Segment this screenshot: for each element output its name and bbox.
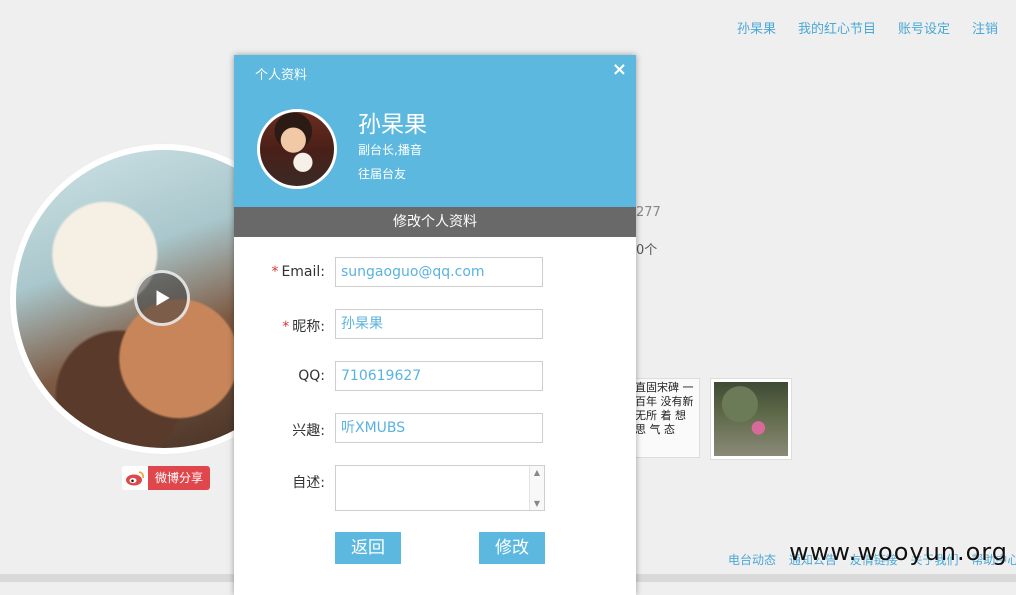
scroll-up-icon[interactable]: ▲ xyxy=(530,468,544,477)
scroll-down-icon[interactable]: ▼ xyxy=(530,499,544,508)
background-count-fragment: 277 xyxy=(636,205,661,220)
user-role: 副台长,播音 xyxy=(358,143,422,157)
button-row: 返回 修改 xyxy=(234,532,636,564)
qq-field[interactable]: 710619627 xyxy=(335,361,543,391)
avatar xyxy=(257,109,337,189)
weibo-share-label: 微博分享 xyxy=(148,466,211,490)
bio-row: 自述: ▲ ▼ xyxy=(234,465,636,511)
thumbnail-image xyxy=(714,382,788,456)
submit-button[interactable]: 修改 xyxy=(479,532,545,564)
play-button[interactable] xyxy=(134,270,190,326)
required-mark: * xyxy=(282,319,290,335)
qq-row: QQ: 710619627 xyxy=(234,361,636,393)
weibo-share-button[interactable]: 微博分享 xyxy=(122,466,211,490)
user-name: 孙杲果 xyxy=(358,112,427,138)
nickname-row: * 昵称: 孙杲果 xyxy=(234,309,636,341)
program-thumbnail-calligraphy[interactable]: 直固宋碑 一百年 没有新 无所 着 想 思 气 态 xyxy=(632,378,700,458)
bio-label: 自述: xyxy=(292,475,325,491)
dialog-title: 个人资料 xyxy=(255,68,308,83)
weibo-icon xyxy=(122,466,148,490)
footer-link[interactable]: 电台动态 xyxy=(728,553,776,567)
interest-row: 兴趣: 听XMUBS xyxy=(234,413,636,445)
user-status: 往届台友 xyxy=(358,167,407,181)
back-button[interactable]: 返回 xyxy=(335,532,401,564)
edit-profile-header: 修改个人资料 xyxy=(234,207,636,237)
qq-label: QQ: xyxy=(298,368,325,384)
nav-favorites-link[interactable]: 我的红心节目 xyxy=(798,18,876,37)
textarea-scrollbar[interactable]: ▲ ▼ xyxy=(529,466,544,510)
top-nav: 孙杲果 我的红心节目 账号设定 注销 xyxy=(715,18,998,37)
email-row: * Email: sungaoguo@qq.com xyxy=(234,257,636,289)
thumbnail-text: 直固宋碑 一百年 没有新 无所 着 想 思 气 态 xyxy=(635,381,694,436)
interest-label: 兴趣: xyxy=(292,423,325,439)
interest-field[interactable]: 听XMUBS xyxy=(335,413,543,443)
nickname-field[interactable]: 孙杲果 xyxy=(335,309,543,339)
nickname-label: * 昵称: xyxy=(282,319,325,335)
watermark: www.wooyun.org xyxy=(789,538,1008,566)
dialog-header: 个人资料 × 孙杲果 副台长,播音 往届台友 xyxy=(234,55,636,207)
email-label: * Email: xyxy=(271,264,325,280)
play-icon xyxy=(156,290,170,306)
nav-logout-link[interactable]: 注销 xyxy=(972,18,998,37)
bio-textarea[interactable]: ▲ ▼ xyxy=(335,465,545,511)
nav-account-settings-link[interactable]: 账号设定 xyxy=(898,18,950,37)
close-icon[interactable]: × xyxy=(612,61,627,79)
profile-dialog: 个人资料 × 孙杲果 副台长,播音 往届台友 修改个人资料 * Email: su… xyxy=(234,55,636,595)
email-field[interactable]: sungaoguo@qq.com xyxy=(335,257,543,287)
background-items-fragment: 0个 xyxy=(636,243,658,258)
nav-username-link[interactable]: 孙杲果 xyxy=(737,18,776,37)
program-thumbnail-photo[interactable] xyxy=(710,378,792,460)
required-mark: * xyxy=(271,264,279,280)
